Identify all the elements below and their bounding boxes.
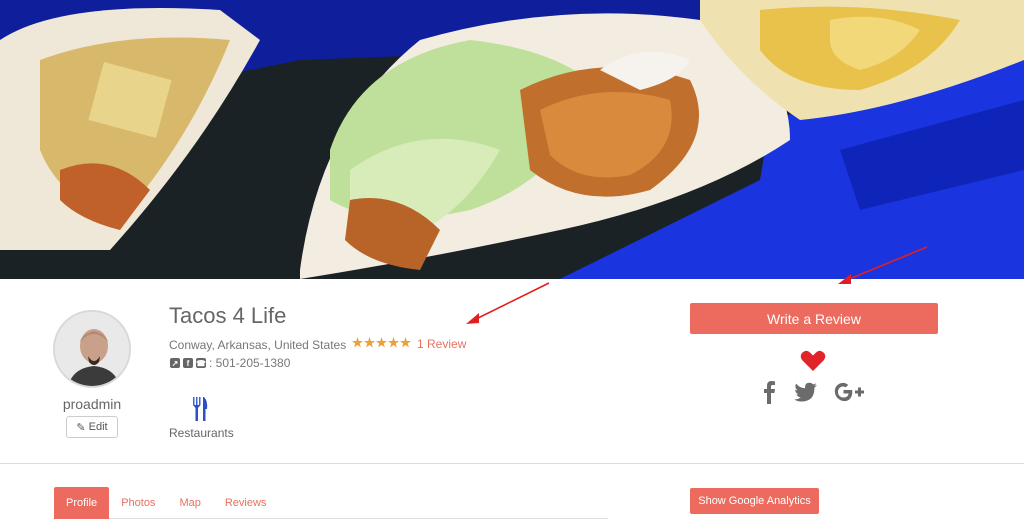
- star-icon: [352, 337, 363, 348]
- twitter-icon[interactable]: [794, 380, 818, 404]
- user-avatar[interactable]: [53, 310, 131, 388]
- star-icon: [364, 337, 375, 348]
- google-analytics-button[interactable]: Show Google Analytics: [690, 488, 819, 514]
- tab-map[interactable]: Map: [167, 487, 212, 519]
- tab-photos[interactable]: Photos: [109, 487, 167, 519]
- review-count-link[interactable]: 1 Review: [417, 337, 466, 351]
- write-review-button[interactable]: Write a Review: [690, 303, 938, 334]
- username-label: proadmin: [62, 396, 122, 412]
- category-label[interactable]: Restaurants: [169, 426, 234, 440]
- contact-row: ↗ f ☎ : 501-205-1380: [170, 356, 290, 370]
- facebook-small-icon[interactable]: f: [183, 358, 193, 368]
- business-location: Conway, Arkansas, United States: [169, 338, 347, 352]
- star-icon: [388, 337, 399, 348]
- star-icon: [400, 337, 411, 348]
- edit-label: Edit: [88, 421, 108, 433]
- google-plus-icon[interactable]: [833, 380, 865, 404]
- website-icon[interactable]: ↗: [170, 358, 180, 368]
- star-rating: [352, 337, 411, 348]
- business-title: Tacos 4 Life: [169, 303, 287, 328]
- fork-knife-icon[interactable]: [190, 397, 210, 421]
- taco-photo: [0, 0, 1024, 279]
- phone-icon: ☎: [196, 358, 206, 368]
- phone-number: : 501-205-1380: [209, 356, 291, 370]
- hero-image: [0, 0, 1024, 279]
- heart-icon[interactable]: [800, 350, 826, 372]
- tab-reviews[interactable]: Reviews: [213, 487, 279, 519]
- edit-icon: ✎: [76, 421, 86, 434]
- facebook-icon[interactable]: [762, 380, 776, 404]
- edit-profile-button[interactable]: ✎ Edit: [66, 416, 118, 438]
- profile-tabs: Profile Photos Map Reviews: [54, 487, 608, 519]
- star-icon: [376, 337, 387, 348]
- tab-profile[interactable]: Profile: [54, 487, 110, 519]
